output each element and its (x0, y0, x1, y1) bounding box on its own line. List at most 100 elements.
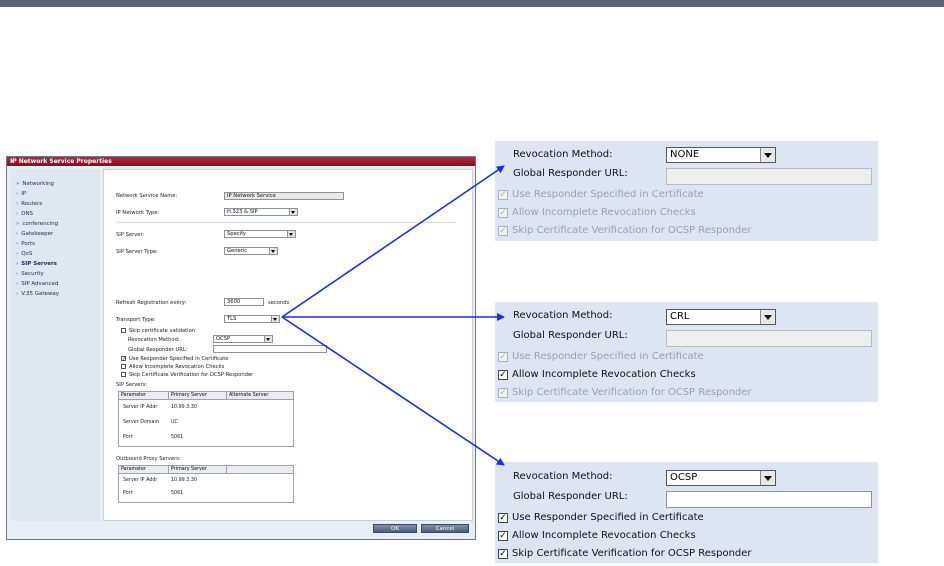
table-header-cell: Primary Server (169, 466, 227, 473)
use-responder-label: Use Responder Specified in Certificate (512, 351, 704, 362)
skip-validation-label: Skip certificate validation (129, 328, 196, 334)
dialog-title-bar: IP Network Service Properties × (7, 157, 475, 166)
sip-server-select[interactable]: Specify (224, 230, 296, 238)
skip-cert-checkbox[interactable]: ✓ (498, 549, 508, 559)
sip-server-type-select[interactable]: Generic (224, 247, 278, 255)
divider (116, 222, 456, 223)
sip-server-label: SIP Server: (116, 232, 145, 238)
allow-incomplete-checkbox[interactable]: ✓ (498, 208, 508, 218)
transport-type-select[interactable]: TLS (224, 315, 280, 323)
sidebar-item-v35-gateway[interactable]: › V.35 Gateway (16, 291, 59, 297)
table-header-cell: Alternate Server (229, 393, 269, 398)
sidebar-item-networking[interactable]: » Networking (16, 181, 54, 187)
refresh-field[interactable]: 3600 (224, 298, 264, 306)
allow-incomplete-checkbox[interactable]: ✓ (498, 531, 508, 541)
sidebar-item-ip[interactable]: › IP (16, 191, 26, 197)
refresh-label: Refresh Registration every: (116, 300, 187, 306)
table-cell: 5061 (171, 435, 184, 440)
chevron-icon: › (16, 261, 19, 267)
skip-cert-label: Skip Certificate Verification for OCSP R… (512, 548, 752, 559)
use-responder-checkbox[interactable]: ✓ (121, 356, 126, 362)
revocation-method-label: Revocation Method: (513, 310, 613, 321)
use-responder-checkbox[interactable]: ✓ (498, 190, 508, 200)
table-cell: UC (171, 420, 178, 425)
table-cell: Port (123, 491, 133, 496)
chevron-down-icon (271, 316, 279, 322)
chevron-icon: › (16, 281, 19, 287)
use-responder-checkbox[interactable]: ✓ (498, 352, 508, 362)
refresh-unit: seconds (268, 300, 290, 306)
use-responder-label: Use Responder Specified in Certificate (512, 189, 704, 200)
allow-incomplete-label: Allow Incomplete Revocation Checks (512, 530, 696, 541)
table-header-cell: Parameter (119, 466, 169, 473)
outbound-proxy-label: Outbound Proxy Servers: (116, 456, 181, 462)
sidebar-item-ports[interactable]: › Ports (16, 241, 35, 247)
chevron-icon: » (16, 221, 20, 227)
table-cell: 10.99.3.30 (171, 405, 197, 410)
skip-cert-checkbox[interactable]: ✓ (498, 226, 508, 236)
settings-panel: Network Service Name: IP Network Service… (103, 169, 473, 521)
sidebar-item-sip-advanced[interactable]: › SIP Advanced (16, 281, 59, 287)
chevron-icon: › (16, 291, 19, 297)
global-responder-field[interactable] (666, 491, 872, 508)
chevron-down-icon (287, 231, 295, 237)
chevron-icon: › (16, 201, 19, 207)
sidebar-item-security[interactable]: › Security (16, 271, 44, 277)
sip-server-type-label: SIP Server Type: (116, 249, 158, 255)
revocation-method-select[interactable]: NONE (666, 147, 776, 163)
sidebar-item-dns[interactable]: › DNS (16, 211, 33, 217)
revocation-method-label: Revocation Method: (513, 149, 613, 160)
skip-cert-checkbox[interactable]: ✓ (498, 388, 508, 398)
transport-type-label: Transport Type: (116, 317, 156, 323)
allow-incomplete-label: Allow Incomplete Revocation Checks (512, 369, 696, 380)
ok-button[interactable]: OK (373, 524, 417, 533)
global-responder-field[interactable] (666, 168, 872, 185)
sip-servers-table: Parameter Primary Server Alternate Serve… (118, 391, 294, 447)
revocation-method-select[interactable]: CRL (666, 309, 776, 325)
skip-cert-checkbox[interactable] (121, 372, 126, 377)
chevron-icon: › (16, 241, 19, 247)
network-service-name-field[interactable]: IP Network Service (224, 192, 344, 200)
chevron-down-icon (269, 248, 277, 254)
sidebar-nav: » Networking › IP › Routers › DNS » conferenc… (10, 169, 100, 521)
use-responder-label: Use Responder Specified in Certificate (129, 356, 229, 362)
sip-servers-label: SIP Servers: (116, 382, 148, 388)
global-responder-field[interactable] (666, 330, 872, 347)
revocation-method-select[interactable]: OCSP (213, 335, 273, 343)
table-header-cell: Parameter (119, 392, 169, 399)
ip-network-type-label: IP Network Type: (116, 210, 160, 216)
chevron-down-icon (760, 310, 775, 324)
chevron-icon: › (16, 191, 19, 197)
zoom-panel-none: Revocation Method: NONE Global Responder… (495, 141, 878, 241)
sidebar-item-sip-servers[interactable]: › SIP Servers (16, 261, 57, 267)
skip-cert-label: Skip Certificate Verification for OCSP R… (512, 225, 752, 236)
zoom-panel-crl: Revocation Method: CRL Global Responder … (495, 302, 878, 402)
table-cell: Server IP Addr (123, 405, 158, 410)
ip-network-type-select[interactable]: H.323 & SIP (224, 208, 298, 216)
sidebar-item-conferencing[interactable]: » conferencing (16, 221, 58, 227)
use-responder-checkbox[interactable]: ✓ (498, 513, 508, 523)
skip-cert-label: Skip Certificate Verification for OCSP R… (512, 387, 752, 398)
ip-network-service-dialog: IP Network Service Properties × » Network… (6, 156, 476, 540)
global-responder-label: Global Responder URL: (513, 330, 628, 341)
chevron-down-icon (760, 471, 775, 485)
cancel-button[interactable]: Cancel (421, 524, 469, 533)
network-service-name-label: Network Service Name: (116, 193, 178, 199)
allow-incomplete-checkbox[interactable] (121, 364, 126, 369)
chevron-icon: › (16, 211, 19, 217)
global-responder-field[interactable] (213, 345, 327, 353)
revocation-method-select[interactable]: OCSP (666, 470, 776, 486)
top-bar (0, 0, 944, 7)
chevron-down-icon (264, 336, 272, 342)
sidebar-item-gatekeeper[interactable]: › Gatekeeper (16, 231, 53, 237)
close-icon[interactable]: × (10, 157, 472, 166)
allow-incomplete-checkbox[interactable]: ✓ (498, 370, 508, 380)
skip-validation-checkbox[interactable] (121, 328, 126, 333)
sidebar-item-routers[interactable]: › Routers (16, 201, 42, 207)
global-responder-label: Global Responder URL: (513, 491, 628, 502)
chevron-icon: › (16, 231, 19, 237)
sidebar-item-qos[interactable]: › QoS (16, 251, 32, 257)
skip-cert-label: Skip Certificate Verification for OCSP R… (129, 372, 254, 378)
chevron-icon: › (16, 251, 19, 257)
zoom-panel-ocsp: Revocation Method: OCSP Global Responder… (495, 462, 878, 563)
